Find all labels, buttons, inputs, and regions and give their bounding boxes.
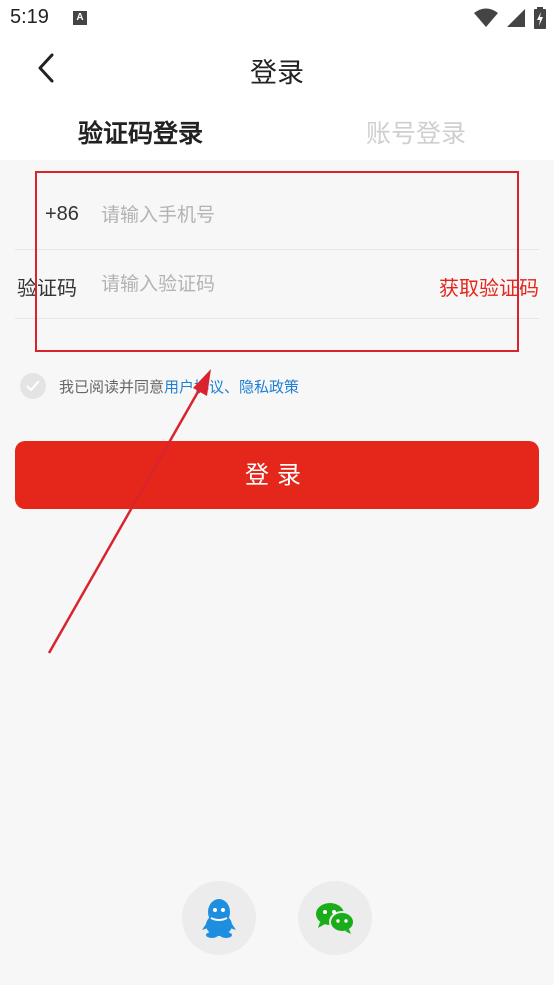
header: 登录 验证码登录 账号登录 <box>0 38 554 160</box>
qq-login-button[interactable] <box>182 881 256 955</box>
code-label: 验证码 <box>17 276 77 300</box>
page-title: 登录 <box>250 58 304 89</box>
phone-input[interactable] <box>101 199 401 231</box>
phone-row: +86 <box>15 181 539 250</box>
check-icon <box>26 380 40 392</box>
country-code[interactable]: +86 <box>45 203 79 226</box>
wechat-icon <box>316 903 355 934</box>
status-time: 5:19 <box>10 6 49 28</box>
signal-icon <box>507 9 525 27</box>
qq-icon <box>202 899 236 938</box>
tab-sms-login[interactable]: 验证码登录 <box>78 114 203 150</box>
status-icons <box>474 6 546 30</box>
agreement-separator: 、 <box>224 377 240 396</box>
privacy-policy-link[interactable]: 隐私政策 <box>239 376 299 397</box>
login-button[interactable]: 登录 <box>15 441 539 509</box>
wifi-icon <box>474 8 498 27</box>
wechat-login-button[interactable] <box>298 881 372 955</box>
code-row: 验证码 获取验证码 <box>15 250 539 319</box>
agreement-checkbox[interactable] <box>20 373 46 399</box>
status-bar: 5:19 A <box>0 0 554 38</box>
user-agreement-link[interactable]: 用户协议 <box>164 376 224 397</box>
battery-icon <box>534 7 546 29</box>
get-code-button[interactable]: 获取验证码 <box>439 272 539 301</box>
agreement: 我已阅读并同意 用户协议、隐私政策 <box>20 372 299 400</box>
notification-icon: A <box>73 11 87 25</box>
agreement-text: 我已阅读并同意 <box>59 377 165 396</box>
code-input[interactable] <box>101 268 401 300</box>
tab-account-login[interactable]: 账号登录 <box>366 114 466 150</box>
